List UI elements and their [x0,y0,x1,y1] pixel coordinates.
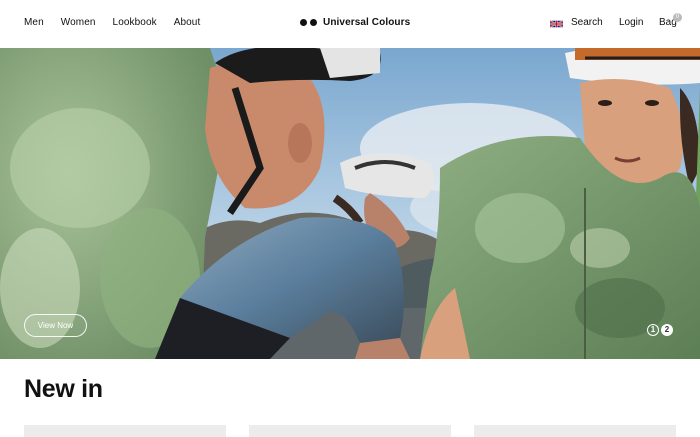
nav-women[interactable]: Women [61,17,96,28]
product-card[interactable] [24,425,226,437]
product-card[interactable] [249,425,451,437]
logo-dot-icon [310,19,317,26]
login-link[interactable]: Login [619,17,643,28]
nav-about[interactable]: About [174,17,201,28]
hero-banner[interactable]: View Now 1 2 [0,48,700,359]
bag-count-badge: 0 [673,13,682,22]
product-grid [24,425,699,437]
slide-dot-2[interactable]: 2 [661,324,673,336]
site-header: Men Women Lookbook About Universal Colou… [0,0,700,48]
uk-flag-icon[interactable] [550,20,563,28]
brand-logo[interactable]: Universal Colours [300,17,410,28]
search-link[interactable]: Search [571,17,603,28]
slide-dot-1[interactable]: 1 [647,324,659,336]
main-nav: Men Women Lookbook About [24,17,217,28]
view-now-button[interactable]: View Now [24,314,87,337]
hero-image [0,48,700,359]
nav-men[interactable]: Men [24,17,44,28]
slide-pager: 1 2 [647,324,673,336]
new-in-heading: New in [24,375,103,403]
product-card[interactable] [474,425,676,437]
logo-dot-icon [300,19,307,26]
brand-name: Universal Colours [323,17,411,28]
nav-lookbook[interactable]: Lookbook [113,17,157,28]
